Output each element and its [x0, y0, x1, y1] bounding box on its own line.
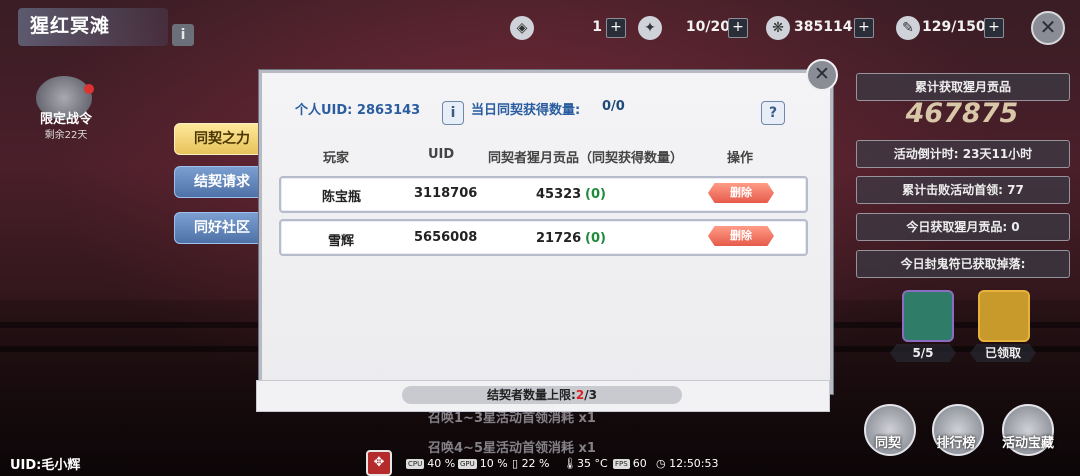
- talisman-reward-icon[interactable]: [902, 290, 954, 342]
- contract-limit: 结契者数量上限:2/3: [402, 386, 682, 404]
- tab-contract-requests[interactable]: 结契请求: [174, 166, 270, 198]
- player-tribute: 21726: [536, 231, 582, 246]
- add-feather-button[interactable]: +: [984, 18, 1004, 38]
- today-count-label: 当日同契获得数量:: [471, 103, 581, 118]
- gpu-usage: GPU 10 %: [458, 457, 508, 470]
- cpu-value: 40 %: [427, 457, 456, 470]
- ticket-icon: ◈: [510, 16, 534, 40]
- info-button[interactable]: i: [442, 101, 464, 125]
- defeated-label: 累计击败活动首领: 77: [856, 176, 1070, 204]
- resource-value: 129/150: [922, 19, 986, 35]
- help-button[interactable]: ?: [761, 101, 785, 125]
- gpu-icon: GPU: [458, 459, 477, 469]
- temperature: 🌡35 °C: [563, 457, 608, 470]
- resource-value: 10/20: [685, 19, 730, 35]
- player-name: 陈宝瓶: [322, 190, 362, 205]
- thermometer-icon: 🌡: [563, 457, 577, 470]
- add-currency-button[interactable]: +: [854, 18, 874, 38]
- close-page-button[interactable]: ✕: [1031, 11, 1065, 45]
- personal-uid: 个人UID: 2863143: [295, 103, 421, 118]
- add-ticket-button[interactable]: +: [606, 18, 626, 38]
- tab-contract-power[interactable]: 同契之力: [174, 123, 270, 155]
- column-header-action: 操作: [727, 151, 754, 166]
- title-info-button[interactable]: i: [172, 24, 194, 46]
- battery-level: ▯ 22 %: [512, 457, 550, 470]
- column-header-uid: UID: [428, 147, 455, 162]
- clock-value: 12:50:53: [669, 457, 719, 470]
- stamina-icon: ✦: [638, 16, 662, 40]
- fps-value: 60: [632, 457, 647, 470]
- bottom-uid: UID:毛小辉: [10, 458, 81, 473]
- add-stamina-button[interactable]: +: [728, 18, 748, 38]
- temperature-value: 35 °C: [576, 457, 608, 470]
- player-contract-count: (0): [585, 231, 606, 246]
- close-dialog-button[interactable]: ✕: [806, 59, 838, 91]
- player-uid: 3118706: [414, 186, 478, 201]
- war-pass-remaining: 剩余22天: [44, 130, 88, 141]
- move-icon[interactable]: ✥: [366, 450, 392, 476]
- reward-claimed-label: 已领取: [970, 344, 1036, 362]
- quest-text: 召唤1~3星活动首领消耗: [428, 411, 574, 426]
- limit-suffix: /3: [584, 388, 597, 402]
- tab-community[interactable]: 同好社区: [174, 212, 270, 244]
- player-tribute: 45323: [536, 187, 582, 202]
- leaderboard-button-label[interactable]: 排行榜: [926, 432, 986, 451]
- quest-mult: x1: [578, 441, 596, 456]
- column-header-tribute: 同契者猩月贡品（同契获得数量）: [488, 151, 684, 166]
- player-uid: 5656008: [414, 230, 478, 245]
- golden-talisman-icon[interactable]: [978, 290, 1030, 342]
- gpu-value: 10 %: [479, 457, 508, 470]
- column-header-player: 玩家: [323, 151, 350, 166]
- notification-dot: [84, 84, 94, 94]
- player-name: 雪辉: [328, 234, 355, 249]
- feather-icon: ✎: [896, 16, 920, 40]
- countdown-label: 活动倒计时: 23天11小时: [856, 140, 1070, 168]
- resource-feather: ✎ 129/150 +: [896, 14, 1016, 42]
- total-tribute-label: 累计获取猩月贡品: [856, 73, 1070, 101]
- limit-prefix: 结契者数量上限:: [487, 388, 576, 402]
- player-contract-count: (0): [585, 187, 606, 202]
- today-count-value: 0/0: [602, 99, 625, 114]
- currency-icon: ❋: [766, 16, 790, 40]
- resource-value: 385114: [794, 19, 853, 35]
- battery-value: 22 %: [521, 457, 550, 470]
- reward-progress-label: 5/5: [890, 344, 956, 362]
- limit-current: 2: [575, 388, 585, 402]
- today-tribute-label: 今日获取猩月贡品: 0: [856, 213, 1070, 241]
- quest-text: 召唤4~5星活动首领消耗: [428, 441, 574, 456]
- page-title: 猩红冥滩: [30, 15, 111, 37]
- treasure-button-label[interactable]: 活动宝藏: [994, 432, 1062, 451]
- resource-ticket: ◈ 1 +: [510, 14, 626, 42]
- clock-icon: ◷: [656, 457, 670, 470]
- cpu-usage: CPU 40 %: [406, 457, 455, 470]
- resource-stamina: ✦ 10/20 +: [638, 14, 748, 42]
- contract-button-label[interactable]: 同契: [860, 432, 916, 451]
- resource-value: 1: [592, 19, 602, 35]
- resource-currency: ❋ 385114 +: [766, 14, 886, 42]
- quest-mult: x1: [578, 411, 596, 426]
- delete-button[interactable]: 删除: [708, 226, 774, 246]
- fps: FPS 60: [613, 457, 647, 470]
- clock: ◷ 12:50:53: [656, 457, 719, 470]
- quest-line: 召唤4~5星活动首领消耗 x1: [428, 437, 596, 456]
- cpu-icon: CPU: [406, 459, 425, 469]
- total-tribute-value: 467875: [905, 98, 1019, 129]
- fps-icon: FPS: [613, 459, 630, 469]
- delete-button[interactable]: 删除: [708, 183, 774, 203]
- today-drop-label: 今日封鬼符已获取掉落:: [856, 250, 1070, 278]
- battery-icon: ▯: [512, 457, 522, 470]
- war-pass-label[interactable]: 限定战令: [36, 108, 96, 127]
